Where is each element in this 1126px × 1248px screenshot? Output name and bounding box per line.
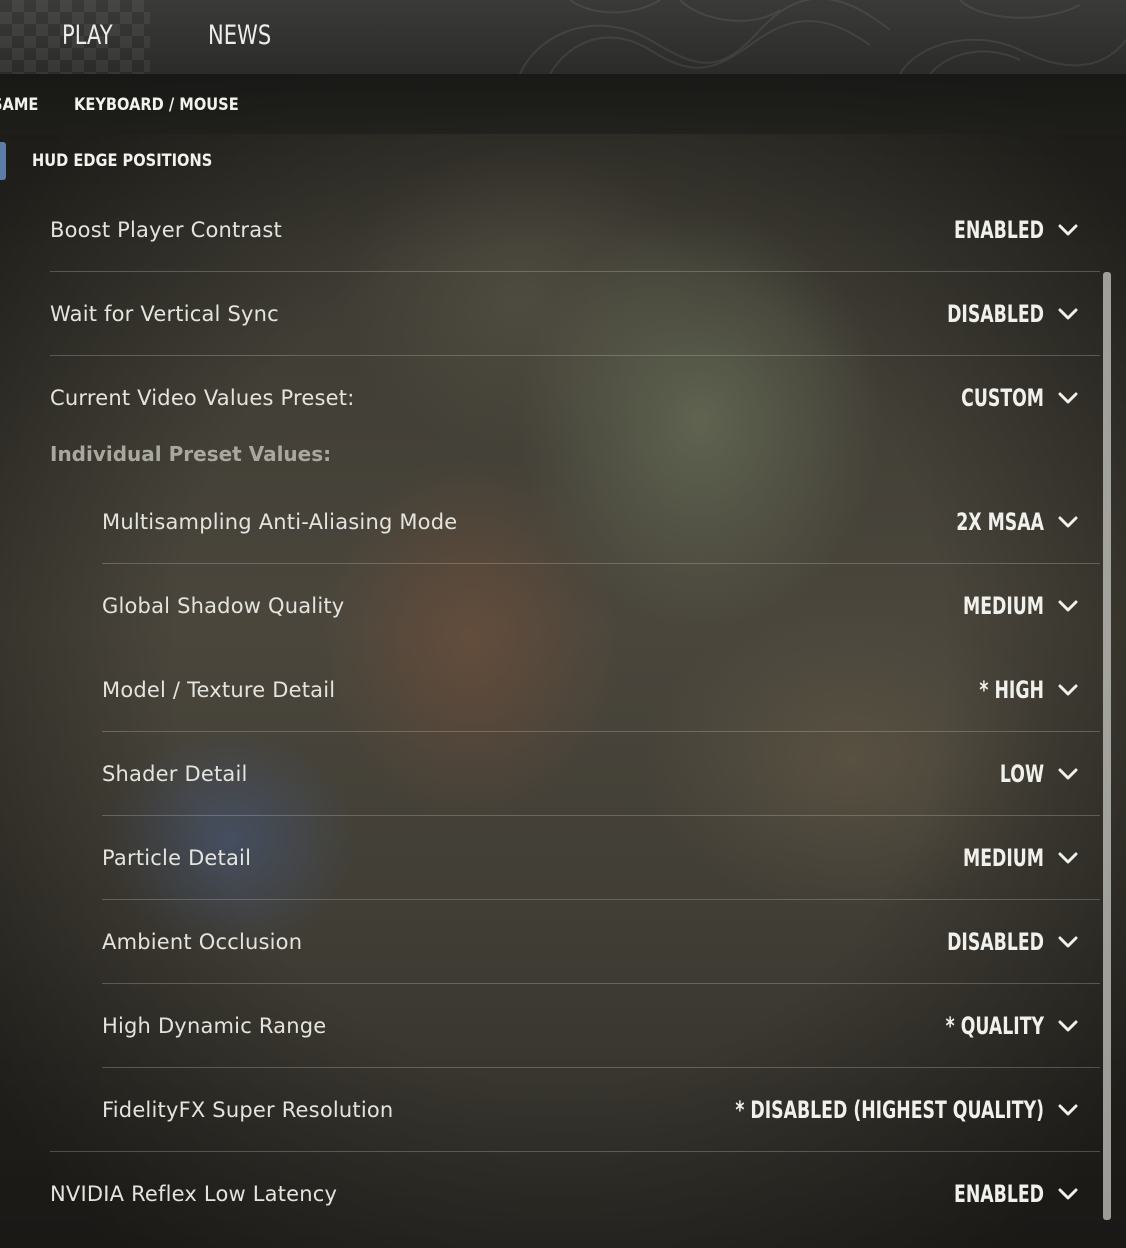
chevron-down-icon[interactable] [1058,596,1078,616]
setting-value[interactable]: * DISABLED (HIGHEST QUALITY) [612,1068,1044,1152]
chevron-down-icon[interactable] [1058,764,1078,784]
chevron-down-icon[interactable] [1058,512,1078,532]
setting-label: Global Shadow Quality [102,594,345,618]
setting-fidelityfx-super-resolution[interactable]: FidelityFX Super Resolution * DISABLED (… [102,1068,1100,1152]
chevron-down-icon[interactable] [1058,388,1078,408]
tab-game[interactable]: SAME [0,95,38,115]
section-hud-edge-positions[interactable]: HUD EDGE POSITIONS [32,151,212,171]
tab-play[interactable]: PLAY [62,20,113,51]
setting-value[interactable]: ENABLED [612,1152,1044,1236]
setting-label: Particle Detail [102,846,252,870]
setting-value[interactable]: MEDIUM [612,816,1044,900]
setting-shader-detail[interactable]: Shader Detail LOW [102,732,1100,816]
chevron-down-icon[interactable] [1058,304,1078,324]
setting-video-preset[interactable]: Current Video Values Preset: CUSTOM [50,356,1100,440]
chevron-down-icon[interactable] [1058,932,1078,952]
setting-label: Boost Player Contrast [50,218,282,242]
setting-global-shadow-quality[interactable]: Global Shadow Quality MEDIUM [102,564,1100,648]
scrollbar[interactable] [1103,272,1111,1220]
setting-ambient-occlusion[interactable]: Ambient Occlusion DISABLED [102,900,1100,984]
tab-news[interactable]: NEWS [208,20,271,51]
setting-msaa[interactable]: Multisampling Anti-Aliasing Mode 2X MSAA [102,480,1100,564]
setting-value[interactable]: 2X MSAA [612,480,1044,564]
top-navigation-bar [0,0,1126,74]
setting-value[interactable]: LOW [612,732,1044,816]
setting-value[interactable]: * QUALITY [612,984,1044,1068]
setting-high-dynamic-range[interactable]: High Dynamic Range * QUALITY [102,984,1100,1068]
setting-label: Model / Texture Detail [102,678,336,702]
tab-keyboard-mouse[interactable]: KEYBOARD / MOUSE [74,95,239,115]
chevron-down-icon[interactable] [1058,1100,1078,1120]
setting-model-texture-detail[interactable]: Model / Texture Detail * HIGH [102,648,1100,732]
setting-value[interactable]: DISABLED [612,272,1044,356]
setting-label: FidelityFX Super Resolution [102,1098,394,1122]
setting-label: High Dynamic Range [102,1014,327,1038]
chevron-down-icon[interactable] [1058,1016,1078,1036]
setting-value[interactable]: CUSTOM [612,356,1044,440]
setting-value[interactable]: MEDIUM [612,564,1044,648]
setting-value[interactable]: DISABLED [612,900,1044,984]
setting-value[interactable]: ENABLED [612,188,1044,272]
chevron-down-icon[interactable] [1058,680,1078,700]
setting-label: Wait for Vertical Sync [50,302,279,326]
setting-label: NVIDIA Reflex Low Latency [50,1182,338,1206]
setting-particle-detail[interactable]: Particle Detail MEDIUM [102,816,1100,900]
chevron-down-icon[interactable] [1058,1184,1078,1204]
setting-wait-vertical-sync[interactable]: Wait for Vertical Sync DISABLED [50,272,1100,356]
setting-label: Shader Detail [102,762,248,786]
setting-label: Current Video Values Preset: [50,386,355,410]
individual-preset-header: Individual Preset Values: [50,442,332,466]
setting-label: Multisampling Anti-Aliasing Mode [102,510,458,534]
setting-value[interactable]: * HIGH [612,648,1044,732]
topographic-pattern [519,0,1126,74]
setting-label: Ambient Occlusion [102,930,303,954]
chevron-down-icon[interactable] [1058,220,1078,240]
chevron-down-icon[interactable] [1058,848,1078,868]
setting-boost-player-contrast[interactable]: Boost Player Contrast ENABLED [50,188,1100,272]
section-indicator [0,142,6,180]
setting-nvidia-reflex[interactable]: NVIDIA Reflex Low Latency ENABLED [50,1152,1100,1236]
